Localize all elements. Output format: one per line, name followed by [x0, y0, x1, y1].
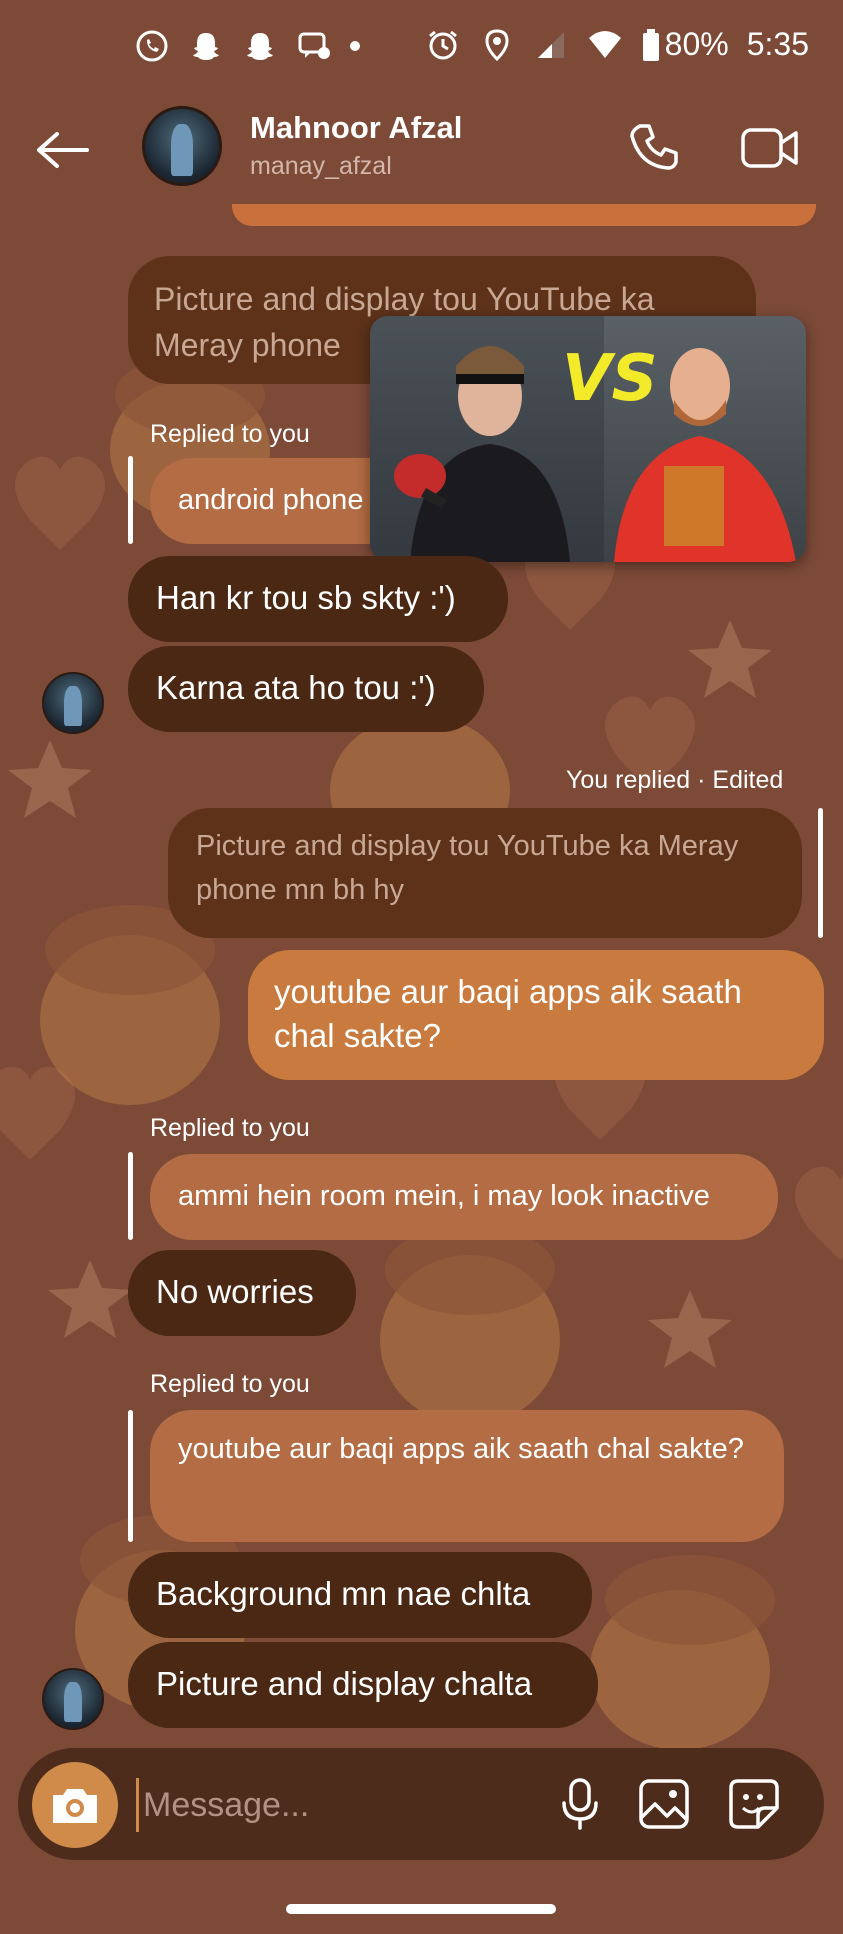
message-text: Han kr tou sb skty :') — [156, 579, 456, 616]
quoted-message[interactable]: youtube aur baqi apps aik saath chal sak… — [150, 1410, 784, 1542]
message-text: Picture and display chalta — [156, 1665, 533, 1702]
previous-message-edge — [232, 204, 816, 226]
sticker-button[interactable] — [724, 1774, 784, 1834]
sender-avatar[interactable] — [42, 672, 104, 734]
message-text: Background mn nae chlta — [156, 1575, 531, 1612]
quoted-message[interactable]: ammi hein room mein, i may look inactive — [150, 1154, 778, 1240]
arrow-left-icon — [37, 132, 89, 168]
message-composer — [18, 1748, 824, 1860]
contact-handle[interactable]: manay_afzal — [250, 152, 392, 181]
picture-in-picture-video[interactable]: VS — [370, 316, 806, 562]
reply-indicator — [128, 1410, 133, 1542]
reply-label: Replied to you — [150, 1370, 310, 1398]
battery-percent: 80% — [664, 26, 729, 62]
chat-header: Mahnoor Afzal manay_afzal — [0, 96, 843, 206]
reply-indicator — [128, 1152, 133, 1240]
camera-icon — [53, 1789, 97, 1823]
home-indicator[interactable] — [286, 1904, 556, 1914]
quoted-message-text: android phone — [178, 484, 364, 516]
signal-icon — [533, 27, 569, 63]
voice-call-button[interactable] — [628, 120, 684, 176]
whatsapp-icon — [134, 28, 170, 64]
more-notifications-dot — [350, 41, 360, 51]
messenger-icon — [296, 28, 332, 64]
received-message[interactable]: Han kr tou sb skty :') — [128, 556, 508, 642]
quoted-message-text: ammi hein room mein, i may look inactive — [178, 1180, 710, 1212]
snapchat-icon — [188, 28, 224, 64]
clock: 5:35 — [746, 26, 809, 62]
video-call-button[interactable] — [740, 120, 800, 176]
quoted-message-text: Picture and display tou YouTube ka Meray… — [196, 830, 739, 906]
reply-indicator — [818, 808, 823, 938]
sent-message[interactable]: youtube aur baqi apps aik saath chal sak… — [248, 950, 824, 1080]
location-icon — [479, 27, 515, 63]
vs-overlay-text: VS — [562, 342, 658, 416]
wifi-icon — [587, 27, 623, 63]
system-icons: 80% 5:35 — [425, 26, 809, 63]
notification-icons — [134, 28, 360, 64]
phone-icon — [630, 124, 678, 170]
sender-avatar[interactable] — [42, 1668, 104, 1730]
reply-label: You replied · Edited — [566, 766, 784, 794]
contact-name[interactable]: Mahnoor Afzal — [250, 110, 462, 146]
microphone-icon — [562, 1778, 598, 1830]
reply-label: Replied to you — [150, 1114, 310, 1142]
battery-icon — [641, 27, 661, 63]
video-camera-icon — [741, 128, 798, 168]
snapchat-icon — [242, 28, 278, 64]
back-button[interactable] — [32, 120, 92, 180]
message-input[interactable] — [136, 1778, 536, 1832]
quoted-message-text: youtube aur baqi apps aik saath chal sak… — [178, 1433, 744, 1465]
image-icon — [639, 1779, 689, 1829]
received-message[interactable]: No worries — [128, 1250, 356, 1336]
received-message[interactable]: Picture and display chalta — [128, 1642, 598, 1728]
quoted-message[interactable]: Picture and display tou YouTube ka Meray… — [168, 808, 802, 938]
message-text: youtube aur baqi apps aik saath chal sak… — [274, 973, 742, 1054]
reply-label: Replied to you — [150, 420, 310, 448]
voice-message-button[interactable] — [550, 1774, 610, 1834]
reply-indicator — [128, 456, 133, 544]
contact-avatar[interactable] — [142, 106, 222, 186]
received-message[interactable]: Background mn nae chlta — [128, 1552, 592, 1638]
alarm-icon — [425, 27, 461, 63]
camera-button[interactable] — [32, 1762, 118, 1848]
sticker-icon — [729, 1779, 779, 1829]
status-bar: 80% 5:35 — [0, 0, 843, 96]
message-text: No worries — [156, 1273, 314, 1310]
received-message[interactable]: Karna ata ho tou :') — [128, 646, 484, 732]
message-text: Karna ata ho tou :') — [156, 669, 436, 706]
gallery-button[interactable] — [634, 1774, 694, 1834]
